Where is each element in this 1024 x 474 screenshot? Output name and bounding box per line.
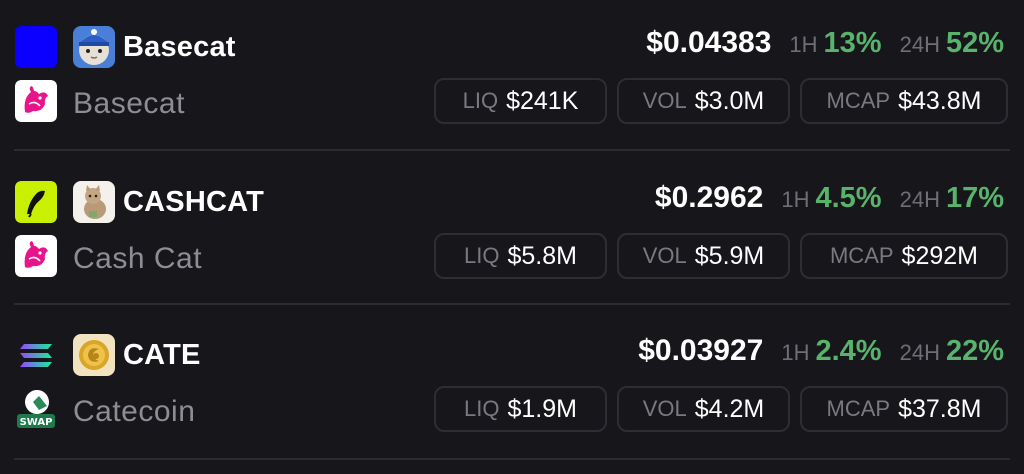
uniswap-icon — [15, 235, 57, 277]
liquidity-value: $1.9M — [507, 394, 577, 423]
swap-pill-icon: SWAP — [15, 388, 57, 430]
volume-value: $3.0M — [694, 86, 765, 115]
market-cap-badge: MCAP $37.8M — [800, 386, 1008, 432]
liquidity-badge: LIQ $5.8M — [434, 233, 607, 279]
token-symbol: Basecat — [123, 31, 236, 63]
change-1h-label: 1H — [781, 187, 810, 212]
change-24h-label: 24H — [899, 187, 940, 212]
solana-chain-icon — [15, 334, 57, 376]
change-1h-label: 1H — [781, 340, 810, 365]
volume-value: $5.9M — [694, 241, 765, 270]
change-1h-value: 2.4% — [815, 335, 882, 367]
token-price: $0.03927 — [638, 334, 764, 367]
change-1h-value: 13% — [823, 27, 882, 59]
volume-badge: VOL $4.2M — [617, 386, 790, 432]
token-price: $0.04383 — [646, 26, 772, 59]
swap-pill-text: SWAP — [20, 417, 53, 428]
price-line: $0.2962 1H 4.5% 24H 17% — [655, 181, 1004, 221]
cashcat-logo-icon — [73, 181, 115, 223]
change-24h-label: 24H — [899, 32, 940, 57]
liquidity-value: $241K — [506, 86, 579, 115]
change-24h-value: 52% — [945, 27, 1004, 59]
token-stats: LIQ $5.8M VOL $5.9M MCAP $292M — [424, 233, 1008, 279]
market-cap-label: MCAP — [829, 243, 894, 268]
token-name: Cash Cat — [73, 242, 203, 275]
liquidity-badge: LIQ $1.9M — [434, 386, 607, 432]
change-24h-value: 22% — [945, 335, 1004, 367]
market-cap-label: MCAP — [826, 88, 891, 113]
uniswap-icon — [15, 80, 57, 122]
token-stats: LIQ $241K VOL $3.0M MCAP $43.8M — [424, 78, 1008, 124]
market-cap-label: MCAP — [826, 396, 891, 421]
row-divider — [14, 303, 1010, 305]
change-1h-label: 1H — [789, 32, 818, 57]
liquidity-badge: LIQ $241K — [434, 78, 607, 124]
token-stats: LIQ $1.9M VOL $4.2M MCAP $37.8M — [424, 386, 1008, 432]
catecoin-logo-icon — [73, 334, 115, 376]
robinhood-chain-icon — [15, 181, 57, 223]
liquidity-label: LIQ — [462, 88, 499, 113]
volume-label: VOL — [642, 396, 687, 421]
token-price: $0.2962 — [654, 181, 764, 214]
token-row-basecat[interactable]: Basecat Basecat $0.04383 1H 13% 24H 52% … — [0, 0, 1024, 155]
token-name: Catecoin — [73, 395, 196, 428]
change-1h-value: 4.5% — [815, 182, 882, 214]
row-divider — [14, 149, 1010, 151]
market-cap-badge: MCAP $43.8M — [800, 78, 1008, 124]
row-divider — [14, 458, 1010, 460]
token-list: Basecat Basecat $0.04383 1H 13% 24H 52% … — [0, 0, 1024, 474]
volume-badge: VOL $3.0M — [617, 78, 790, 124]
change-24h-label: 24H — [899, 340, 940, 365]
basecat-logo-icon — [73, 26, 115, 68]
token-symbol: CASHCAT — [123, 186, 265, 218]
base-chain-icon — [15, 26, 57, 68]
token-row-cate[interactable]: SWAP CATE Catecoin $0.03927 1H 2.4% 24H … — [0, 308, 1024, 463]
volume-value: $4.2M — [694, 394, 765, 423]
market-cap-value: $43.8M — [898, 86, 982, 115]
market-cap-value: $292M — [901, 241, 978, 270]
volume-label: VOL — [642, 88, 687, 113]
change-24h-value: 17% — [945, 182, 1004, 214]
price-line: $0.03927 1H 2.4% 24H 22% — [638, 334, 1004, 374]
token-row-cashcat[interactable]: CASHCAT Cash Cat $0.2962 1H 4.5% 24H 17%… — [0, 155, 1024, 310]
liquidity-value: $5.8M — [507, 241, 577, 270]
token-name: Basecat — [73, 87, 185, 120]
price-line: $0.04383 1H 13% 24H 52% — [646, 26, 1004, 66]
liquidity-label: LIQ — [464, 243, 500, 268]
liquidity-label: LIQ — [464, 396, 500, 421]
volume-label: VOL — [642, 243, 687, 268]
token-symbol: CATE — [123, 339, 201, 371]
market-cap-value: $37.8M — [898, 394, 982, 423]
volume-badge: VOL $5.9M — [617, 233, 790, 279]
market-cap-badge: MCAP $292M — [800, 233, 1008, 279]
